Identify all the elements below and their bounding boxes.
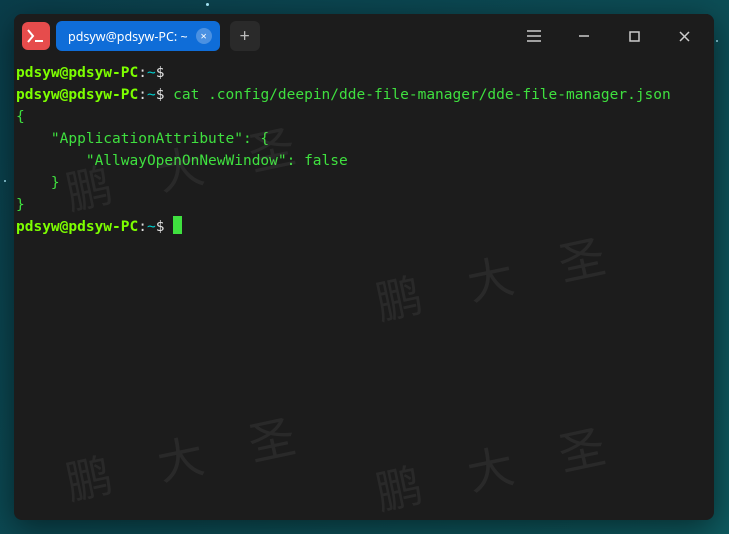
terminal-window: pdsyw@pdsyw-PC: ~ × + 鹏 大 圣 鹏 大 圣 鹏 大 圣 … [14, 14, 714, 520]
prompt-user: pdsyw@pdsyw-PC [16, 219, 138, 235]
watermark: 鹏 大 圣 [374, 432, 624, 506]
minimize-icon [578, 30, 590, 42]
titlebar: pdsyw@pdsyw-PC: ~ × + [14, 14, 714, 58]
output-line: } [14, 194, 714, 216]
output-line: "ApplicationAttribute": { [14, 128, 714, 150]
tab-active[interactable]: pdsyw@pdsyw-PC: ~ × [56, 21, 220, 51]
output-line: } [14, 172, 714, 194]
close-icon [679, 31, 690, 42]
plus-icon: + [239, 27, 249, 45]
prompt-symbol: $ [156, 65, 165, 81]
menu-button[interactable] [512, 14, 556, 58]
prompt-user: pdsyw@pdsyw-PC [16, 65, 138, 81]
prompt-sep: : [138, 87, 147, 103]
close-button[interactable] [662, 14, 706, 58]
output-line: { [14, 106, 714, 128]
output-line: "AllwayOpenOnNewWindow": false [14, 150, 714, 172]
watermark: 鹏 大 圣 [374, 242, 624, 316]
maximize-icon [629, 31, 640, 42]
prompt-user: pdsyw@pdsyw-PC [16, 87, 138, 103]
close-icon: × [200, 31, 206, 42]
terminal-app-icon [22, 22, 50, 50]
prompt-sep: : [138, 219, 147, 235]
prompt-line: pdsyw@pdsyw-PC:~$ [14, 216, 714, 238]
command-text: cat .config/deepin/dde-file-manager/dde-… [173, 87, 671, 103]
hamburger-icon [527, 30, 541, 42]
prompt-line: pdsyw@pdsyw-PC:~$ [14, 62, 714, 84]
cursor [173, 216, 182, 234]
prompt-path: ~ [147, 65, 156, 81]
terminal-body[interactable]: 鹏 大 圣 鹏 大 圣 鹏 大 圣 鹏 大 圣 pdsyw@pdsyw-PC:~… [14, 58, 714, 520]
prompt-path: ~ [147, 219, 156, 235]
tab-close-button[interactable]: × [196, 28, 212, 44]
prompt-path: ~ [147, 87, 156, 103]
prompt-line: pdsyw@pdsyw-PC:~$ cat .config/deepin/dde… [14, 84, 714, 106]
prompt-sep: : [138, 65, 147, 81]
maximize-button[interactable] [612, 14, 656, 58]
new-tab-button[interactable]: + [230, 21, 260, 51]
minimize-button[interactable] [562, 14, 606, 58]
watermark: 鹏 大 圣 [64, 422, 314, 496]
tab-label: pdsyw@pdsyw-PC: ~ [68, 28, 188, 45]
